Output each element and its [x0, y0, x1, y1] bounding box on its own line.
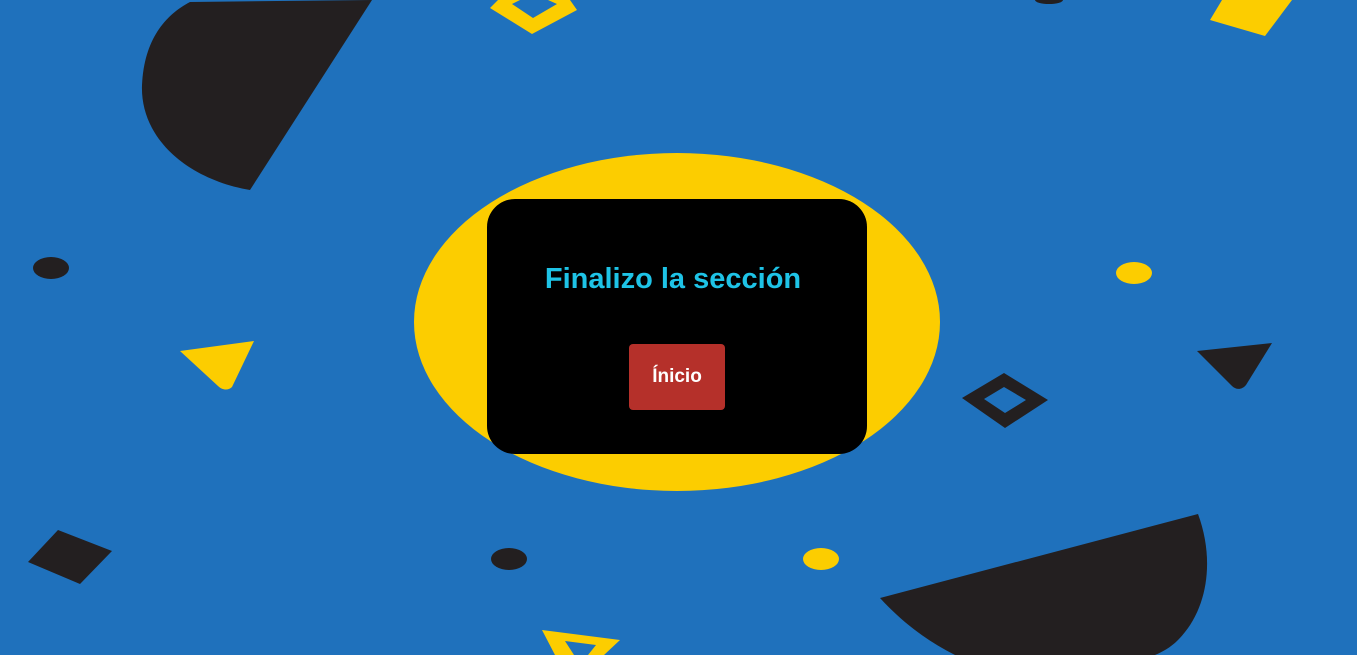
completion-card: Finalizo la sección Ínicio: [487, 199, 867, 454]
yellow-dot-shape: [803, 548, 839, 570]
dark-dot-shape: [491, 548, 527, 570]
dark-dot-shape: [33, 257, 69, 279]
yellow-dot-shape: [1116, 262, 1152, 284]
home-button[interactable]: Ínicio: [629, 344, 725, 410]
card-title: Finalizo la sección: [544, 263, 802, 295]
